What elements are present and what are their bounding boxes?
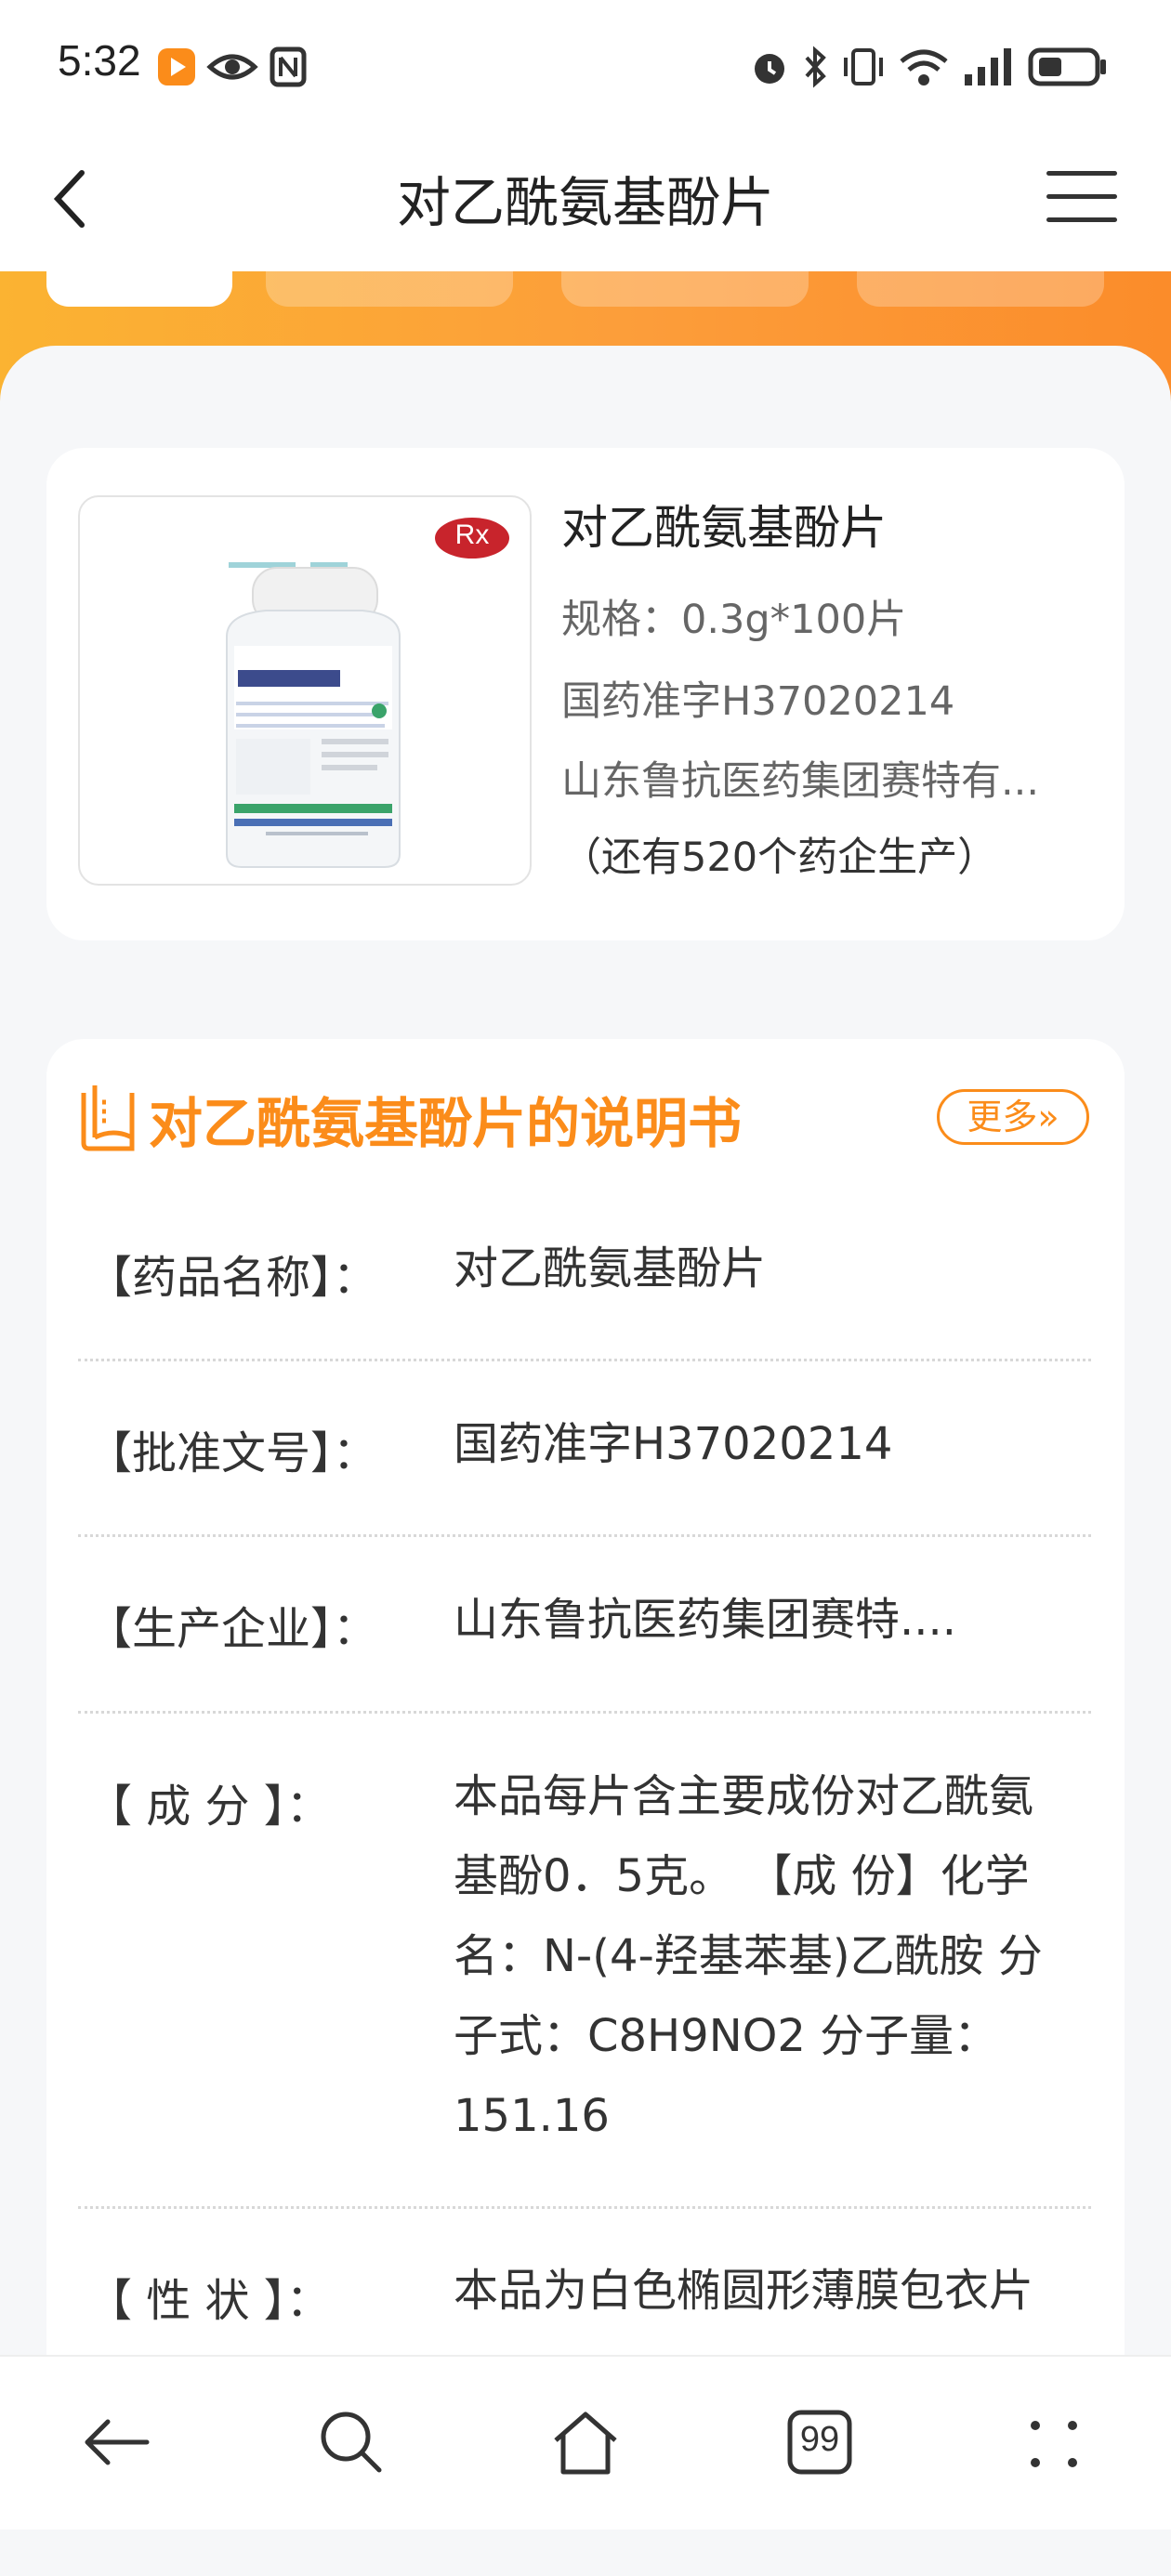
manual-book-icon (81, 1085, 135, 1151)
search-icon[interactable] (312, 2403, 390, 2481)
bluetooth-icon (805, 46, 826, 88)
battery-icon (1028, 47, 1106, 86)
nfc-icon (270, 46, 307, 87)
tab-pill[interactable] (266, 271, 513, 307)
product-approval: 国药准字H37020214 (561, 678, 955, 725)
more-dots-icon[interactable] (1015, 2403, 1093, 2481)
home-icon[interactable] (546, 2403, 625, 2481)
top-navbar: 对乙酰氨基酚片 (0, 134, 1171, 272)
signal-icon (965, 48, 1011, 85)
eye-icon (206, 54, 258, 80)
field-value-appearance: 本品为白色椭圆形薄膜包衣片 (454, 2265, 1034, 2317)
status-time: 5:32 (58, 36, 141, 85)
row-divider (78, 1711, 1091, 1714)
product-name: 对乙酰氨基酚片 (561, 501, 887, 555)
alarm-icon (755, 54, 784, 84)
row-divider (78, 1534, 1091, 1537)
field-value-manufacturer: 山东鲁抗医药集团赛特.... (454, 1594, 957, 1646)
product-image[interactable]: Rx (78, 495, 532, 886)
rx-badge: Rx (454, 519, 490, 550)
bottom-toolbar: 99 (0, 2355, 1171, 2530)
tabs-button[interactable]: 99 (781, 2403, 859, 2481)
back-icon[interactable] (78, 2403, 156, 2481)
field-label-ingredients: 【 成 分 】： (87, 1781, 331, 1833)
row-divider (78, 2206, 1091, 2209)
instructions-title: 对乙酰氨基酚片的说明书 (149, 1092, 743, 1155)
field-label-drug-name: 【药品名称】： (87, 1252, 378, 1304)
more-button[interactable]: 更多» (937, 1089, 1089, 1145)
page-title: 对乙酰氨基酚片 (396, 171, 774, 234)
tab-pill-active[interactable] (46, 271, 232, 307)
wifi-icon (900, 49, 948, 85)
medicine-bottle-image (226, 518, 509, 868)
field-label-appearance: 【 性 状 】： (87, 2275, 331, 2327)
row-divider (78, 1359, 1091, 1361)
tabs-count: 99 (799, 2420, 840, 2459)
field-value-ingredients: 本品每片含主要成份对乙酰氨基酚0．5克。 【成 份】化学名：N-(4-羟基苯基)… (454, 1770, 1043, 2142)
video-app-icon (158, 48, 195, 85)
field-label-manufacturer: 【生产企业】： (87, 1603, 378, 1655)
product-manufacturer: 山东鲁抗医药集团赛特有... (561, 758, 1040, 805)
product-spec: 规格：0.3g*100片 (561, 597, 907, 643)
tab-pill[interactable] (857, 271, 1104, 307)
field-value-drug-name: 对乙酰氨基酚片 (454, 1242, 767, 1295)
menu-icon[interactable] (1046, 171, 1117, 227)
field-label-approval: 【批准文号】： (87, 1427, 378, 1479)
status-bar: 5:32 (0, 0, 1171, 134)
other-manufacturers-link[interactable]: （还有520个药企生产） (561, 825, 997, 883)
field-value-approval: 国药准字H37020214 (454, 1418, 893, 1470)
tab-pill[interactable] (561, 271, 809, 307)
vibrate-icon (844, 48, 883, 85)
